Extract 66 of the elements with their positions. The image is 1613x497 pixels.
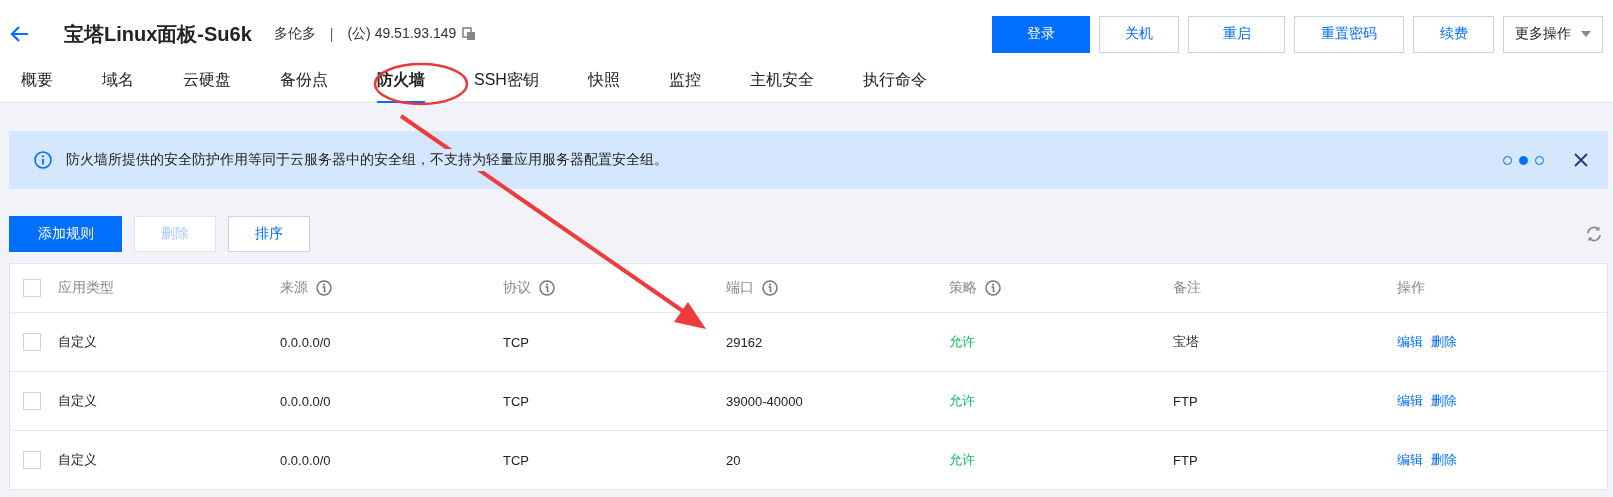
table-cell: 允许 [949,393,975,408]
toolbar-button[interactable]: 排序 [228,216,310,252]
action-button[interactable]: 重置密码 [1294,15,1404,53]
separator: | [329,26,334,42]
table-cell: 允许 [949,334,975,349]
action-button[interactable]: 登录 [992,15,1090,53]
table-cell: 自定义 [58,334,97,349]
tab[interactable]: 云硬盘 [183,68,231,103]
row-action-link[interactable]: 编辑 [1397,451,1423,469]
column-header: 端口 [726,279,754,297]
info-icon[interactable] [539,280,555,296]
table-cell: TCP [503,393,529,409]
instance-title: 宝塔Linux面板-Su6k [64,21,252,47]
row-action-link[interactable]: 删除 [1431,333,1457,351]
table-cell: 0.0.0.0/0 [280,452,331,468]
table-cell: TCP [503,452,529,468]
table-cell: 宝塔 [1173,334,1199,349]
column-header: 备注 [1173,279,1201,297]
row-action-link[interactable]: 编辑 [1397,392,1423,410]
column-header: 操作 [1397,279,1425,297]
refresh-icon[interactable] [1585,225,1603,243]
more-actions-dropdown[interactable]: 更多操作 [1503,15,1603,53]
ip-address: (公) 49.51.93.149 [347,25,457,43]
tab[interactable]: 监控 [668,68,701,103]
tab[interactable]: SSH密钥 [474,68,539,103]
table-cell: 自定义 [58,452,97,467]
action-button[interactable]: 关机 [1099,15,1179,53]
table-cell: 自定义 [58,393,97,408]
table-cell: 20 [726,452,741,468]
table-cell: 29162 [726,334,763,350]
column-header: 应用类型 [58,279,114,297]
info-icon[interactable] [316,280,332,296]
pager-dot[interactable] [1519,155,1528,165]
table-cell: FTP [1173,393,1198,409]
tab[interactable]: 备份点 [280,68,328,103]
row-action-link[interactable]: 删除 [1431,451,1457,469]
region-label: 多伦多 [273,25,316,43]
table-cell: 0.0.0.0/0 [280,334,331,350]
info-icon[interactable] [985,280,1001,296]
tab[interactable]: 主机安全 [749,68,814,103]
table-cell: TCP [503,334,529,350]
info-icon [34,151,52,169]
copy-icon[interactable] [462,27,477,41]
row-checkbox[interactable] [23,451,41,469]
action-button[interactable]: 重启 [1188,15,1285,53]
table-cell: 39000-40000 [726,393,803,409]
column-header: 协议 [503,279,531,297]
tab[interactable]: 概要 [21,68,53,103]
info-icon[interactable] [762,280,778,296]
table-cell: FTP [1173,452,1198,468]
close-icon[interactable] [1574,153,1588,167]
caret-icon [1581,31,1591,37]
tab[interactable]: 域名 [102,68,134,103]
row-action-link[interactable]: 删除 [1431,392,1457,410]
toolbar-button[interactable]: 添加规则 [9,216,122,252]
table-cell: 允许 [949,452,975,467]
action-button[interactable]: 续费 [1413,15,1494,53]
tab[interactable]: 执行命令 [862,68,927,103]
select-all-checkbox[interactable] [23,279,41,297]
table-cell: 0.0.0.0/0 [280,393,331,409]
row-checkbox[interactable] [23,392,41,410]
row-checkbox[interactable] [23,333,41,351]
row-action-link[interactable]: 编辑 [1397,333,1423,351]
tab[interactable]: 快照 [587,68,620,103]
column-header: 来源 [280,279,308,297]
column-header: 策略 [949,279,977,297]
